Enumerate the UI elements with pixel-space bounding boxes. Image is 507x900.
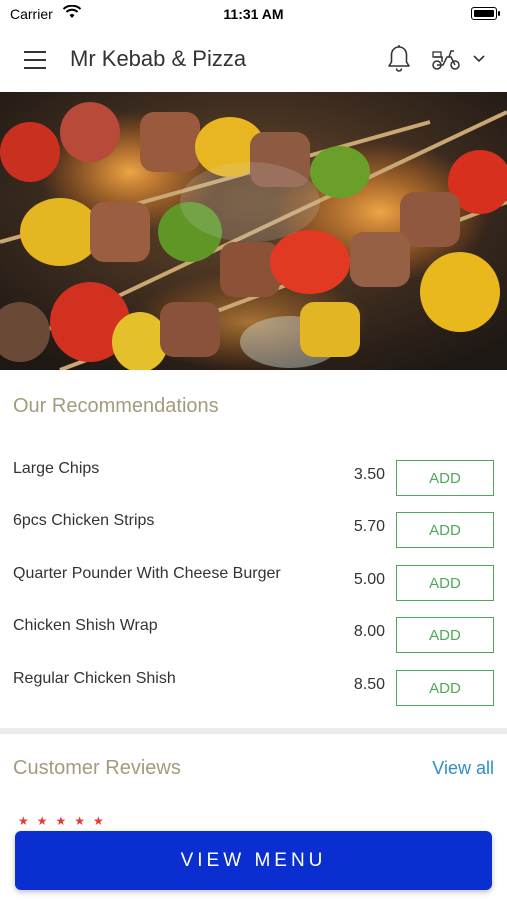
app-header: Mr Kebab & Pizza <box>0 28 507 92</box>
item-price: 3.50 <box>353 466 385 483</box>
list-item: Regular Chicken Shish 8.50 ADD <box>0 670 507 722</box>
view-all-link[interactable]: View all <box>432 758 494 779</box>
item-name: Quarter Pounder With Cheese Burger <box>13 565 281 582</box>
item-name: Large Chips <box>13 460 100 477</box>
app-title: Mr Kebab & Pizza <box>70 46 247 71</box>
add-button[interactable]: ADD <box>396 670 494 706</box>
item-name: Regular Chicken Shish <box>13 670 176 687</box>
menu-icon[interactable] <box>24 51 46 69</box>
item-price: 5.00 <box>353 571 385 588</box>
add-button[interactable]: ADD <box>396 565 494 601</box>
item-price: 8.50 <box>353 676 385 693</box>
list-item: Quarter Pounder With Cheese Burger 5.00 … <box>0 565 507 617</box>
reviews-title: Customer Reviews <box>13 757 181 779</box>
view-menu-button[interactable]: VIEW MENU <box>15 831 492 890</box>
item-price: 8.00 <box>353 623 385 640</box>
chevron-down-icon[interactable] <box>472 53 486 65</box>
star-rating: ★★★★★ <box>18 814 112 828</box>
recommendations-title: Our Recommendations <box>13 395 219 417</box>
recommendations-section: Our Recommendations Large Chips 3.50 ADD… <box>0 370 507 728</box>
item-price: 5.70 <box>353 518 385 535</box>
battery-icon <box>471 7 500 20</box>
item-name: Chicken Shish Wrap <box>13 617 158 634</box>
status-bar: Carrier 11:31 AM <box>0 0 507 28</box>
list-item: Large Chips 3.50 ADD <box>0 460 507 512</box>
add-button[interactable]: ADD <box>396 512 494 548</box>
list-item: Chicken Shish Wrap 8.00 ADD <box>0 617 507 669</box>
bell-icon[interactable] <box>386 44 412 74</box>
add-button[interactable]: ADD <box>396 617 494 653</box>
list-item: 6pcs Chicken Strips 5.70 ADD <box>0 512 507 564</box>
delivery-scooter-icon[interactable] <box>430 46 462 72</box>
hero-image <box>0 92 507 370</box>
add-button[interactable]: ADD <box>396 460 494 496</box>
item-name: 6pcs Chicken Strips <box>13 512 155 529</box>
status-time: 11:31 AM <box>223 6 284 22</box>
